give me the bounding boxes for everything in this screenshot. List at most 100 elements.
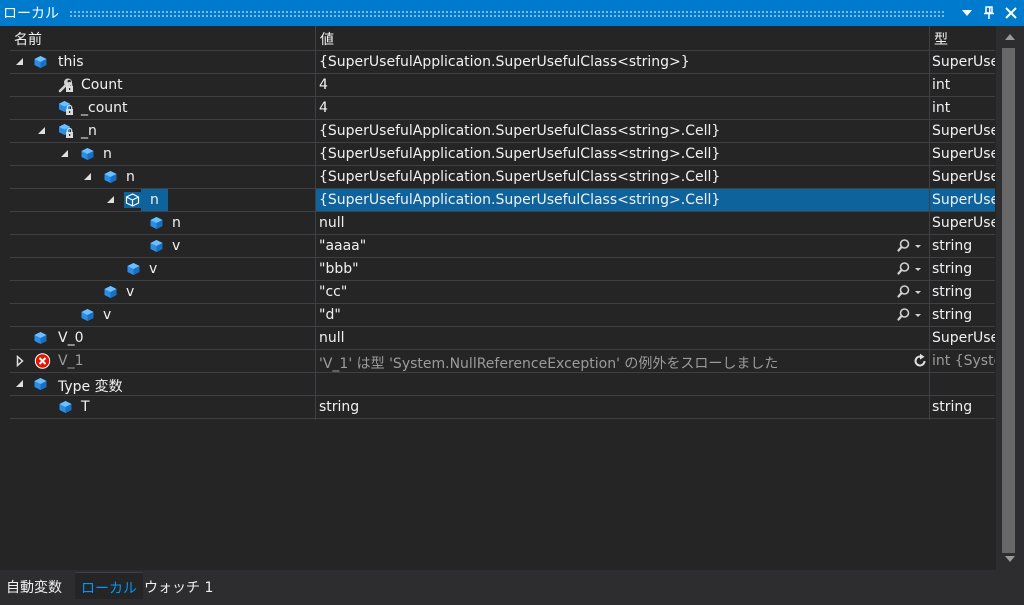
row-name: n (103, 146, 112, 162)
row-name: V_0 (58, 330, 84, 346)
row-name: n (141, 189, 168, 211)
field-icon (102, 169, 119, 185)
row-name: T (81, 399, 90, 415)
field-icon (57, 399, 74, 415)
table-row[interactable]: _n {SuperUsefulApplication.SuperUsefulCl… (10, 120, 995, 143)
row-type: int {Syste (932, 353, 995, 369)
window-menu-dropdown-icon[interactable] (956, 2, 978, 24)
row-name: n (126, 169, 135, 185)
table-row-selected[interactable]: n {SuperUsefulApplication.SuperUsefulCla… (10, 189, 995, 212)
row-name: v (126, 284, 135, 300)
field-icon (148, 215, 165, 231)
table-row[interactable]: n null SuperUse (10, 212, 995, 235)
row-value: "d" (319, 307, 341, 323)
row-type: string (932, 399, 973, 415)
field-icon (32, 330, 49, 346)
tab-locals[interactable]: ローカル (75, 572, 143, 599)
row-value: {SuperUsefulApplication.SuperUsefulClass… (319, 123, 721, 139)
error-icon (34, 353, 51, 369)
expanded-arrow-icon[interactable] (105, 193, 117, 207)
window-title-bar: ローカル (0, 0, 1024, 26)
table-row[interactable]: v "bbb" string (10, 258, 995, 281)
expanded-arrow-icon[interactable] (14, 55, 26, 69)
pin-icon[interactable] (978, 2, 1000, 24)
row-type: SuperUse (932, 123, 995, 139)
collapsed-arrow-icon[interactable] (14, 354, 26, 368)
row-value: {SuperUsefulApplication.SuperUsefulClass… (319, 169, 721, 185)
table-row[interactable]: T string string (10, 396, 995, 419)
row-type: SuperUse (932, 146, 995, 162)
bottom-tab-bar: 自動変数 ローカル ウォッチ 1 (0, 570, 1024, 605)
column-divider[interactable] (929, 26, 930, 420)
row-type: SuperUse (932, 215, 995, 231)
expanded-arrow-icon[interactable] (82, 170, 94, 184)
row-type: string (932, 238, 973, 254)
scroll-up-arrow-icon[interactable] (996, 28, 1024, 46)
row-name: n (172, 215, 181, 231)
column-header-value[interactable]: 値 (320, 29, 334, 49)
tab-watch-1[interactable]: ウォッチ 1 (144, 572, 213, 599)
text-visualizer-icon[interactable] (897, 284, 925, 300)
row-name: Count (81, 77, 123, 93)
scroll-down-arrow-icon[interactable] (996, 550, 1024, 568)
row-value: {SuperUsefulApplication.SuperUsefulClass… (319, 146, 721, 162)
row-name: v (149, 261, 158, 277)
row-value: null (319, 330, 345, 346)
expanded-arrow-icon[interactable] (36, 124, 48, 138)
column-header-type[interactable]: 型 (934, 29, 948, 49)
row-type: string (932, 307, 973, 323)
refresh-icon[interactable] (912, 353, 928, 369)
field-icon (124, 192, 141, 208)
field-icon (32, 54, 49, 70)
row-name: Type 変数 (58, 379, 123, 395)
private-field-icon (57, 123, 74, 139)
row-type: string (932, 261, 973, 277)
table-row[interactable]: this {SuperUsefulApplication.SuperUseful… (10, 51, 995, 74)
field-icon (102, 284, 119, 300)
row-name: v (172, 238, 181, 254)
column-divider[interactable] (315, 26, 316, 420)
text-visualizer-icon[interactable] (897, 307, 925, 323)
vertical-scrollbar[interactable] (996, 26, 1024, 570)
table-row[interactable]: v "aaaa" string (10, 235, 995, 258)
row-name: _count (81, 100, 128, 116)
expanded-arrow-icon[interactable] (59, 147, 71, 161)
table-row[interactable]: n {SuperUsefulApplication.SuperUsefulCla… (10, 143, 995, 166)
row-name: V_1 (58, 353, 84, 369)
field-icon (79, 307, 96, 323)
row-value: 4 (319, 100, 328, 116)
field-icon (32, 376, 49, 392)
private-field-icon (57, 100, 74, 116)
scrollbar-thumb[interactable] (1002, 48, 1015, 553)
row-type: SuperUse (932, 192, 995, 208)
table-row[interactable]: Count 4 int (10, 74, 995, 97)
row-value: "bbb" (319, 261, 359, 277)
table-row[interactable]: n {SuperUsefulApplication.SuperUsefulCla… (10, 166, 995, 189)
close-icon[interactable] (1000, 2, 1022, 24)
table-row[interactable]: V_1 'V_1' は型 'System.NullReferenceExcept… (10, 350, 995, 373)
field-icon (148, 238, 165, 254)
grid-header: 名前 値 型 (10, 26, 995, 51)
column-header-name[interactable]: 名前 (14, 29, 42, 49)
row-name: _n (81, 123, 97, 139)
table-row[interactable]: Type 変数 (10, 373, 995, 396)
text-visualizer-icon[interactable] (897, 261, 925, 277)
expanded-arrow-icon[interactable] (14, 377, 26, 391)
table-row[interactable]: v "cc" string (10, 281, 995, 304)
row-type: int (932, 77, 951, 93)
row-value: "aaaa" (319, 238, 367, 254)
tab-autos[interactable]: 自動変数 (6, 572, 62, 599)
row-value: {SuperUsefulApplication.SuperUsefulClass… (319, 192, 721, 208)
field-icon (79, 146, 96, 162)
row-type: string (932, 284, 973, 300)
row-name: v (103, 307, 112, 323)
title-bar-grip[interactable] (69, 9, 944, 17)
table-row[interactable]: V_0 null SuperUse (10, 327, 995, 350)
text-visualizer-icon[interactable] (897, 238, 925, 254)
row-value: 4 (319, 77, 328, 93)
row-type: int (932, 100, 951, 116)
table-row[interactable]: _count 4 int (10, 97, 995, 120)
table-row[interactable]: v "d" string (10, 304, 995, 327)
row-type: SuperUse (932, 54, 995, 70)
row-name: this (58, 54, 84, 70)
